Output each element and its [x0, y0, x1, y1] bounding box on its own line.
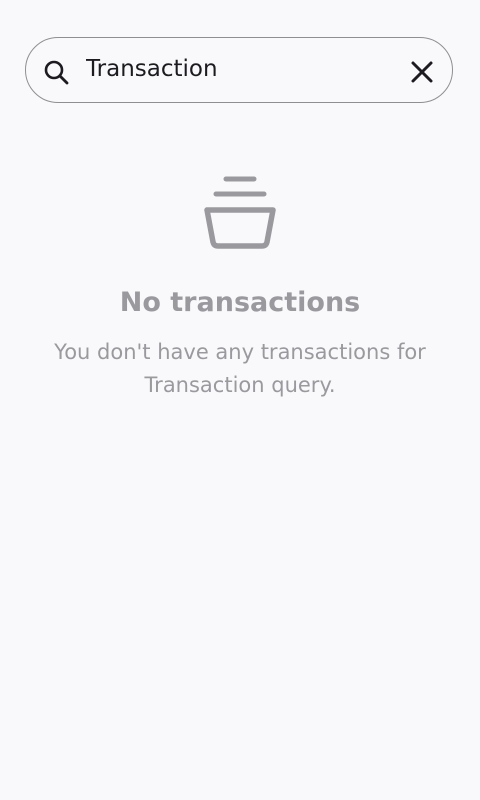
- close-icon[interactable]: [408, 58, 436, 86]
- empty-basket-icon: [200, 175, 280, 253]
- empty-state-title: No transactions: [119, 287, 361, 318]
- empty-state-description: You don't have any transactions for Tran…: [54, 340, 426, 397]
- search-input[interactable]: [86, 49, 396, 89]
- search-results-screen: No transactions You don't have any trans…: [0, 0, 480, 800]
- search-icon: [42, 58, 70, 86]
- search-bar[interactable]: [25, 37, 453, 103]
